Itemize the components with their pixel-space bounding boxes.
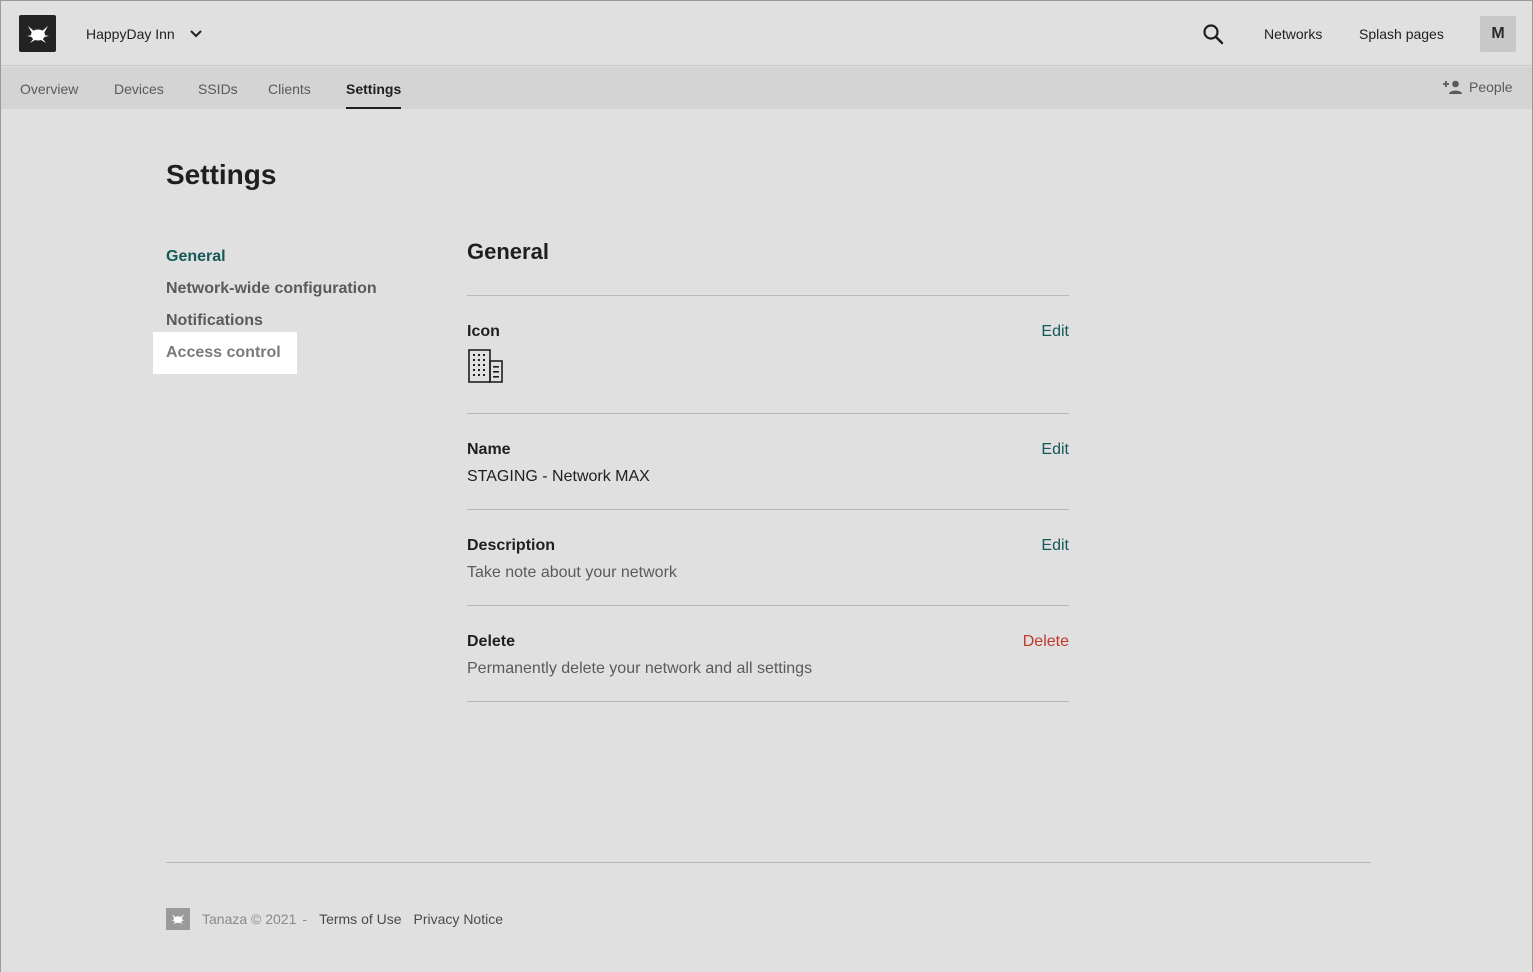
splash-pages-link[interactable]: Splash pages (1359, 26, 1444, 42)
icon-label: Icon (467, 323, 500, 340)
people-button[interactable]: People (1443, 79, 1513, 95)
app-window: HappyDay Inn Networks Splash pages M Ove… (0, 0, 1533, 972)
divider (467, 701, 1069, 702)
tab-bar: Overview Devices SSIDs Clients Settings … (1, 67, 1532, 109)
name-label: Name (467, 441, 511, 458)
tab-settings[interactable]: Settings (346, 81, 402, 109)
search-icon[interactable] (1201, 22, 1225, 46)
tab-clients[interactable]: Clients (268, 81, 311, 109)
edit-icon-button[interactable]: Edit (1041, 323, 1069, 341)
settings-row-delete: Delete Permanently delete your network a… (467, 605, 1069, 701)
avatar-initial: M (1491, 25, 1505, 42)
settings-list: Icon Edit Name STAGING - Network MAX Edi… (467, 295, 1069, 702)
tab-ssids[interactable]: SSIDs (198, 81, 238, 109)
footer-separator: - (302, 911, 308, 927)
building-icon (468, 349, 503, 383)
networks-link[interactable]: Networks (1264, 26, 1322, 42)
edit-description-button[interactable]: Edit (1041, 537, 1069, 555)
side-nav-network-wide-configuration[interactable]: Network-wide configuration (153, 273, 413, 305)
terms-of-use-link[interactable]: Terms of Use (319, 911, 401, 927)
chevron-down-icon (190, 30, 202, 38)
settings-row-name: Name STAGING - Network MAX Edit (467, 413, 1069, 509)
tanaza-footer-logo-icon (166, 908, 190, 930)
section-title: General (467, 239, 549, 264)
tab-devices[interactable]: Devices (114, 81, 164, 109)
avatar[interactable]: M (1480, 16, 1516, 52)
tanaza-logo-icon[interactable] (19, 15, 56, 52)
description-label: Description (467, 537, 556, 554)
delete-description: Permanently delete your network and all … (467, 660, 813, 677)
description-value: Take note about your network (467, 564, 677, 581)
settings-row-description: Description Take note about your network… (467, 509, 1069, 605)
network-name: HappyDay Inn (86, 26, 175, 42)
page-title: Settings (166, 159, 277, 190)
delete-label: Delete (467, 633, 516, 650)
top-bar: HappyDay Inn Networks Splash pages M (1, 1, 1532, 66)
edit-name-button[interactable]: Edit (1041, 441, 1069, 459)
footer-copyright: Tanaza © 2021 (202, 911, 297, 927)
side-nav-general[interactable]: General (153, 241, 413, 273)
footer: Tanaza © 2021 - Terms of Use Privacy Not… (166, 908, 503, 930)
settings-side-nav: General Network-wide configuration Notif… (153, 241, 413, 374)
settings-row-icon: Icon Edit (467, 295, 1069, 413)
network-selector[interactable]: HappyDay Inn (86, 23, 203, 45)
delete-network-button[interactable]: Delete (1023, 633, 1069, 651)
footer-divider (166, 862, 1371, 863)
side-nav-access-control[interactable]: Access control (153, 332, 297, 374)
privacy-notice-link[interactable]: Privacy Notice (414, 911, 503, 927)
name-value: STAGING - Network MAX (467, 468, 650, 485)
tab-overview[interactable]: Overview (20, 81, 78, 109)
add-person-icon (1443, 80, 1462, 94)
people-label: People (1469, 79, 1513, 95)
